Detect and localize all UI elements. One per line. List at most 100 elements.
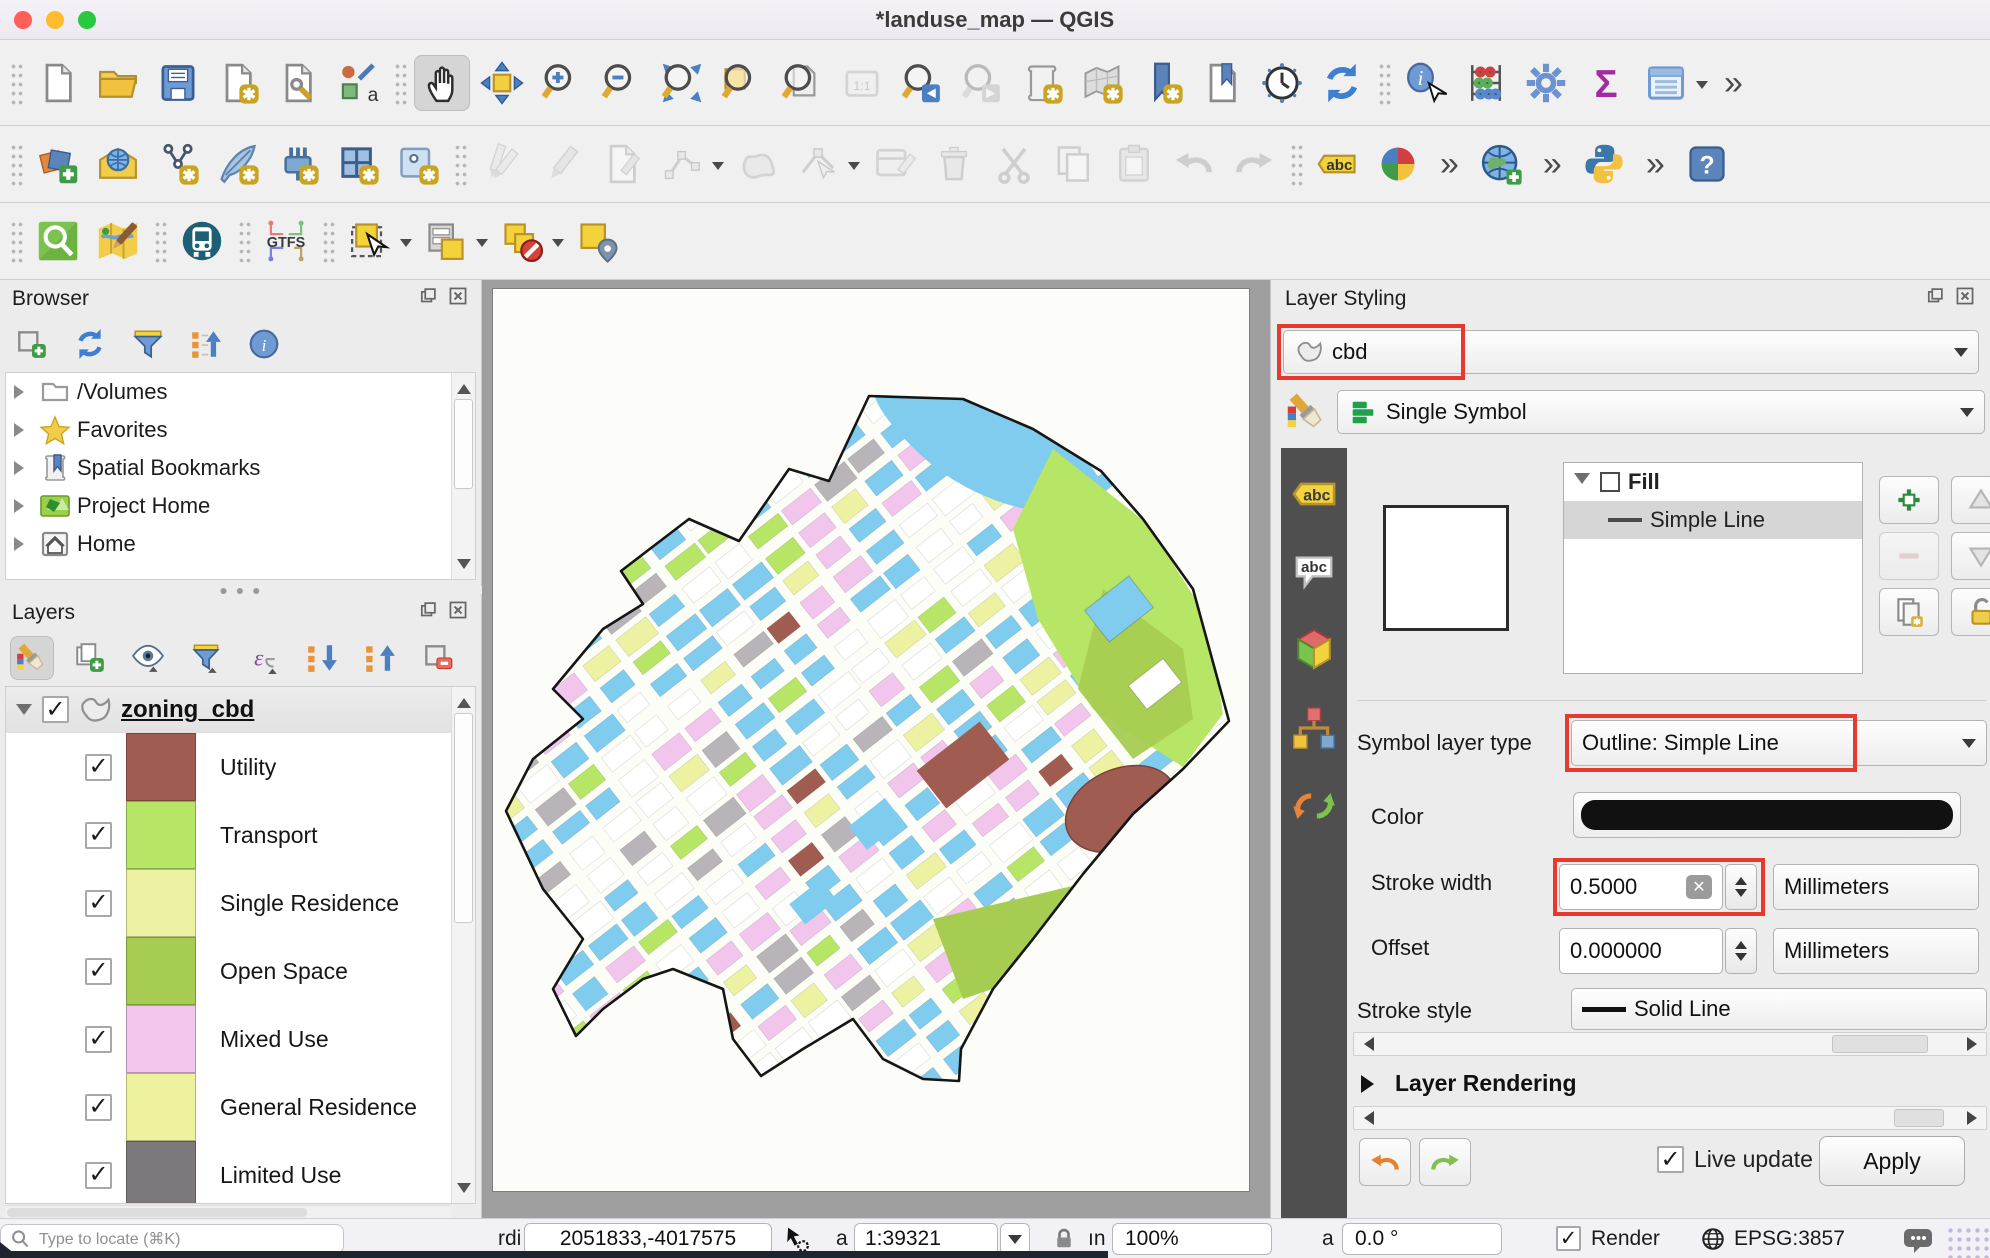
refresh-button[interactable] <box>1314 55 1370 111</box>
legend-checkbox[interactable]: ✓ <box>85 958 112 985</box>
close-panel-icon[interactable] <box>1954 285 1976 313</box>
legend-checkbox[interactable]: ✓ <box>85 1094 112 1121</box>
offset-spinner[interactable] <box>1725 928 1757 974</box>
history-arrows-tab[interactable] <box>1286 778 1342 834</box>
move-down-symbol-layer-button[interactable] <box>1951 532 1990 580</box>
dropdown-arrow-icon[interactable] <box>848 162 860 176</box>
layers-scrollbar[interactable] <box>451 687 475 1203</box>
python-console-button[interactable] <box>1576 136 1632 192</box>
manage-map-themes-button[interactable] <box>126 636 170 680</box>
toolbar-overflow-button[interactable]: » <box>1428 136 1471 192</box>
move-up-symbol-layer-button[interactable] <box>1951 476 1990 524</box>
show-spatial-bookmarks-button[interactable] <box>1194 55 1250 111</box>
symbol-tree-simple-line-row[interactable]: Simple Line <box>1564 501 1862 539</box>
expand-icon[interactable] <box>14 537 31 551</box>
stroke-width-spinner[interactable] <box>1725 864 1757 910</box>
identify-features-button[interactable]: i <box>1398 55 1454 111</box>
expand-icon[interactable] <box>14 385 31 399</box>
zoom-window-button[interactable] <box>78 11 96 29</box>
stroke-width-input[interactable]: 0.5000 ✕ <box>1559 864 1723 910</box>
zoom-to-selection-button[interactable] <box>714 55 770 111</box>
statistical-summary-button[interactable] <box>1458 55 1514 111</box>
styling-hscrollbar-2[interactable] <box>1353 1106 1987 1130</box>
collapse-all-layers-button[interactable] <box>358 636 402 680</box>
diagram-tree-tab[interactable] <box>1286 700 1342 756</box>
layer-diagram-button[interactable] <box>1370 136 1426 192</box>
legend-checkbox[interactable]: ✓ <box>85 754 112 781</box>
legend-color-swatch[interactable] <box>126 1005 196 1073</box>
metasearch-globe-button[interactable] <box>1473 136 1529 192</box>
vertex-tool-button[interactable] <box>790 136 846 192</box>
toolbar-drag-handle[interactable] <box>9 60 23 106</box>
osm-place-search-button[interactable] <box>30 213 86 269</box>
panel-splitter[interactable]: ● ● ● <box>0 586 482 594</box>
browser-item-spatial-bookmarks[interactable]: Spatial Bookmarks <box>6 449 475 487</box>
toolbar-drag-handle[interactable] <box>1289 141 1303 187</box>
new-3d-map-view-button[interactable] <box>1074 55 1130 111</box>
browser-item-project-home[interactable]: Project Home <box>6 487 475 525</box>
styling-hscrollbar-1[interactable] <box>1353 1032 1987 1056</box>
legend-color-swatch[interactable] <box>126 1141 196 1204</box>
duplicate-symbol-layer-button[interactable] <box>1879 588 1939 636</box>
pan-to-selection-button[interactable] <box>474 55 530 111</box>
expand-all-button[interactable] <box>300 636 344 680</box>
toolbar-drag-handle[interactable] <box>1377 60 1391 106</box>
float-panel-icon[interactable] <box>1924 285 1946 313</box>
new-geopackage-layer-button[interactable] <box>210 136 266 192</box>
legend-color-swatch[interactable] <box>126 733 196 801</box>
scroll-up-icon[interactable] <box>452 687 476 711</box>
style-manager-button[interactable]: a <box>330 55 386 111</box>
scroll-left-icon[interactable] <box>1354 1107 1376 1129</box>
help-button[interactable]: ? <box>1679 136 1735 192</box>
zoom-to-layer-button[interactable] <box>774 55 830 111</box>
gtfs-button[interactable]: GTFS <box>258 213 314 269</box>
toolbar-drag-handle[interactable] <box>453 141 467 187</box>
locator-search-input[interactable]: Type to locate (⌘K) <box>0 1224 344 1254</box>
lock-scale-icon[interactable] <box>1052 1227 1076 1251</box>
digitize-shape-button[interactable] <box>730 136 786 192</box>
remove-symbol-layer-button[interactable] <box>1879 532 1939 580</box>
open-attribute-table-button[interactable] <box>1638 55 1694 111</box>
undo-button[interactable] <box>1166 136 1222 192</box>
dropdown-arrow-icon[interactable] <box>552 239 564 253</box>
layer-visibility-checkbox[interactable]: ✓ <box>42 696 69 723</box>
layer-labeling-button[interactable]: abc <box>1310 136 1366 192</box>
stroke-width-unit-combo[interactable]: Millimeters <box>1773 864 1979 910</box>
new-virtual-layer-button[interactable] <box>390 136 446 192</box>
quick-map-services-button[interactable] <box>90 213 146 269</box>
save-layer-edits-button[interactable] <box>594 136 650 192</box>
messages-bubble-icon[interactable] <box>1902 1224 1934 1256</box>
clear-value-icon[interactable]: ✕ <box>1686 875 1712 899</box>
symbol-layer-type-combo[interactable]: Outline: Simple Line <box>1571 720 1987 766</box>
scroll-thumb[interactable] <box>1832 1035 1928 1053</box>
new-layout-button[interactable] <box>210 55 266 111</box>
minimize-window-button[interactable] <box>46 11 64 29</box>
rotation-input[interactable]: 0.0 ° <box>1342 1223 1502 1255</box>
save-project-button[interactable] <box>150 55 206 111</box>
toolbar-overflow-button[interactable]: » <box>1712 55 1755 111</box>
close-window-button[interactable] <box>14 11 32 29</box>
float-panel-icon[interactable] <box>417 599 439 627</box>
toolbar-drag-handle[interactable] <box>153 218 167 264</box>
remove-layer-button[interactable] <box>416 636 460 680</box>
stroke-style-combo[interactable]: Solid Line <box>1571 988 1987 1030</box>
toolbar-overflow-button[interactable]: » <box>1634 136 1677 192</box>
new-project-button[interactable] <box>30 55 86 111</box>
legend-color-swatch[interactable] <box>126 801 196 869</box>
legend-checkbox[interactable]: ✓ <box>85 822 112 849</box>
collapse-all-button[interactable] <box>184 322 228 366</box>
delete-selected-button[interactable] <box>926 136 982 192</box>
redo-button[interactable] <box>1226 136 1282 192</box>
add-selected-layer-button[interactable] <box>10 322 54 366</box>
toolbar-drag-handle[interactable] <box>321 218 335 264</box>
cut-features-button[interactable] <box>986 136 1042 192</box>
toggle-editing-button[interactable] <box>534 136 590 192</box>
toolbar-drag-handle[interactable] <box>9 141 23 187</box>
lock-colors-button[interactable] <box>1951 588 1990 636</box>
zoom-full-button[interactable] <box>654 55 710 111</box>
processing-toolbox-button[interactable] <box>1518 55 1574 111</box>
callouts-bubble-tab[interactable]: abc <box>1286 544 1342 600</box>
symbol-tree-fill-row[interactable]: Fill <box>1564 463 1862 501</box>
browser-item--volumes[interactable]: /Volumes <box>6 373 475 411</box>
labels-tag-tab[interactable]: abc <box>1286 466 1342 522</box>
